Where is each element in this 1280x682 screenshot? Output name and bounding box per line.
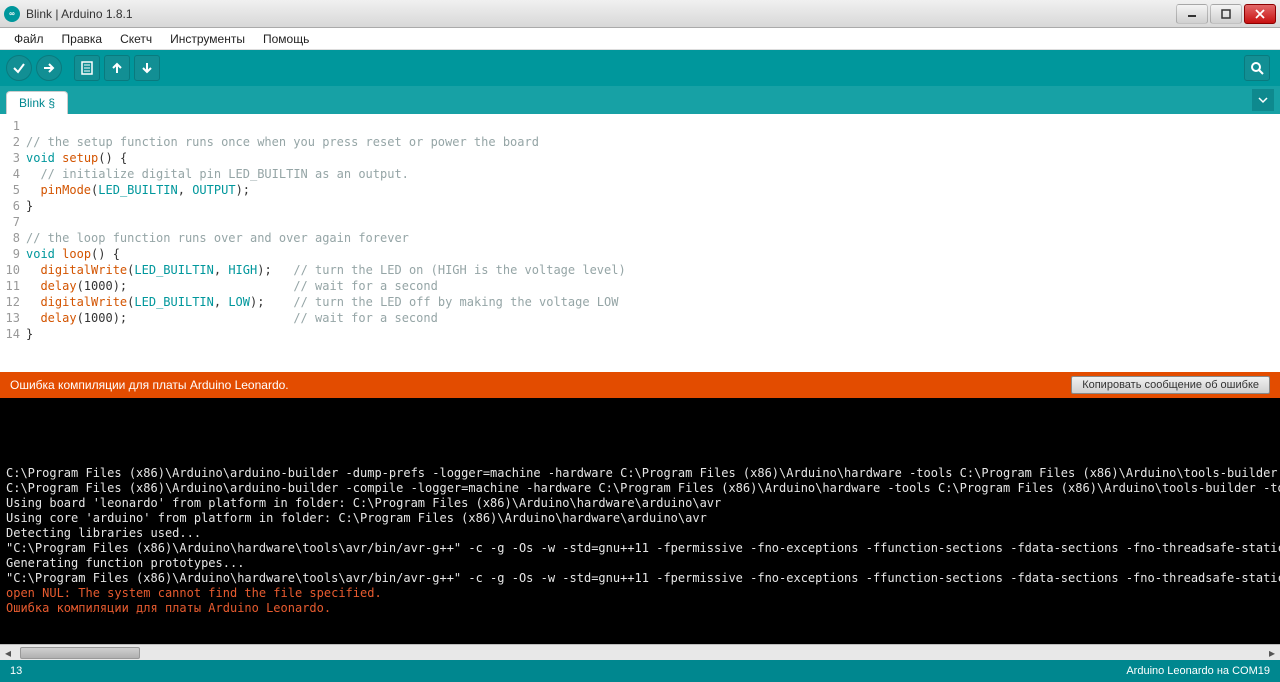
serial-monitor-button[interactable] (1244, 55, 1270, 81)
line-number: 14 (0, 326, 20, 342)
line-number: 5 (0, 182, 20, 198)
console-line: Ошибка компиляции для платы Arduino Leon… (6, 601, 1274, 616)
arduino-logo-icon: ∞ (4, 6, 20, 22)
menu-file[interactable]: Файл (6, 30, 52, 48)
code-line[interactable]: } (26, 326, 1280, 342)
footer-bar: 13 Arduino Leonardo на COM19 (0, 660, 1280, 682)
copy-error-button[interactable]: Копировать сообщение об ошибке (1071, 376, 1270, 394)
close-button[interactable] (1244, 4, 1276, 24)
scroll-left-arrow[interactable]: ◂ (0, 645, 16, 661)
scroll-thumb[interactable] (20, 647, 140, 659)
line-number: 2 (0, 134, 20, 150)
line-number: 4 (0, 166, 20, 182)
footer-board-port: Arduino Leonardo на COM19 (1126, 665, 1270, 677)
compile-status-bar: Ошибка компиляции для платы Arduino Leon… (0, 372, 1280, 398)
maximize-button[interactable] (1210, 4, 1242, 24)
console-line: Using board 'leonardo' from platform in … (6, 496, 1274, 511)
line-number: 8 (0, 230, 20, 246)
minimize-button[interactable] (1176, 4, 1208, 24)
file-icon (79, 60, 95, 76)
console-line: Detecting libraries used... (6, 526, 1274, 541)
console-line: Generating function prototypes... (6, 556, 1274, 571)
line-number: 9 (0, 246, 20, 262)
menu-edit[interactable]: Правка (54, 30, 111, 48)
tab-menu-button[interactable] (1252, 89, 1274, 111)
line-number: 3 (0, 150, 20, 166)
upload-button[interactable] (36, 55, 62, 81)
console-line: C:\Program Files (x86)\Arduino\arduino-b… (6, 481, 1274, 496)
code-line[interactable]: delay(1000); // wait for a second (26, 310, 1280, 326)
arrow-right-icon (41, 60, 57, 76)
output-console[interactable]: C:\Program Files (x86)\Arduino\arduino-b… (0, 398, 1280, 644)
code-line[interactable]: digitalWrite(LED_BUILTIN, HIGH); // turn… (26, 262, 1280, 278)
code-line[interactable]: } (26, 198, 1280, 214)
line-number-gutter: 1234567891011121314 (0, 114, 26, 372)
code-editor[interactable]: 1234567891011121314 // the setup functio… (0, 114, 1280, 372)
menu-bar: Файл Правка Скетч Инструменты Помощь (0, 28, 1280, 50)
horizontal-scrollbar[interactable]: ◂ ▸ (0, 644, 1280, 660)
code-line[interactable]: digitalWrite(LED_BUILTIN, LOW); // turn … (26, 294, 1280, 310)
footer-line-number: 13 (10, 665, 22, 677)
line-number: 10 (0, 262, 20, 278)
code-line[interactable]: // initialize digital pin LED_BUILTIN as… (26, 166, 1280, 182)
arrow-up-icon (109, 60, 125, 76)
tab-strip: Blink § (0, 86, 1280, 114)
console-line: Using core 'arduino' from platform in fo… (6, 511, 1274, 526)
magnifier-icon (1249, 60, 1265, 76)
code-content[interactable]: // the setup function runs once when you… (26, 114, 1280, 372)
console-line: "C:\Program Files (x86)\Arduino\hardware… (6, 541, 1274, 556)
arrow-down-icon (139, 60, 155, 76)
code-line[interactable]: void loop() { (26, 246, 1280, 262)
code-line[interactable] (26, 118, 1280, 134)
new-button[interactable] (74, 55, 100, 81)
line-number: 1 (0, 118, 20, 134)
console-line: C:\Program Files (x86)\Arduino\arduino-b… (6, 466, 1274, 481)
console-line: "C:\Program Files (x86)\Arduino\hardware… (6, 571, 1274, 586)
open-button[interactable] (104, 55, 130, 81)
line-number: 6 (0, 198, 20, 214)
line-number: 11 (0, 278, 20, 294)
console-line (6, 436, 1274, 451)
console-line: open NUL: The system cannot find the fil… (6, 586, 1274, 601)
tab-blink[interactable]: Blink § (6, 91, 68, 114)
code-line[interactable]: // the loop function runs over and over … (26, 230, 1280, 246)
console-line (6, 451, 1274, 466)
chevron-down-icon (1258, 95, 1268, 105)
compile-error-message: Ошибка компиляции для платы Arduino Leon… (10, 378, 1071, 392)
check-icon (11, 60, 27, 76)
menu-sketch[interactable]: Скетч (112, 30, 160, 48)
window-titlebar: ∞ Blink | Arduino 1.8.1 (0, 0, 1280, 28)
code-line[interactable]: delay(1000); // wait for a second (26, 278, 1280, 294)
scroll-right-arrow[interactable]: ▸ (1264, 645, 1280, 661)
code-line[interactable]: // the setup function runs once when you… (26, 134, 1280, 150)
code-line[interactable]: void setup() { (26, 150, 1280, 166)
toolbar (0, 50, 1280, 86)
window-title: Blink | Arduino 1.8.1 (26, 7, 1174, 21)
save-button[interactable] (134, 55, 160, 81)
verify-button[interactable] (6, 55, 32, 81)
menu-tools[interactable]: Инструменты (162, 30, 253, 48)
line-number: 7 (0, 214, 20, 230)
window-controls (1174, 4, 1276, 24)
console-line (6, 421, 1274, 436)
menu-help[interactable]: Помощь (255, 30, 317, 48)
console-line (6, 406, 1274, 421)
line-number: 12 (0, 294, 20, 310)
code-line[interactable] (26, 214, 1280, 230)
code-line[interactable]: pinMode(LED_BUILTIN, OUTPUT); (26, 182, 1280, 198)
line-number: 13 (0, 310, 20, 326)
